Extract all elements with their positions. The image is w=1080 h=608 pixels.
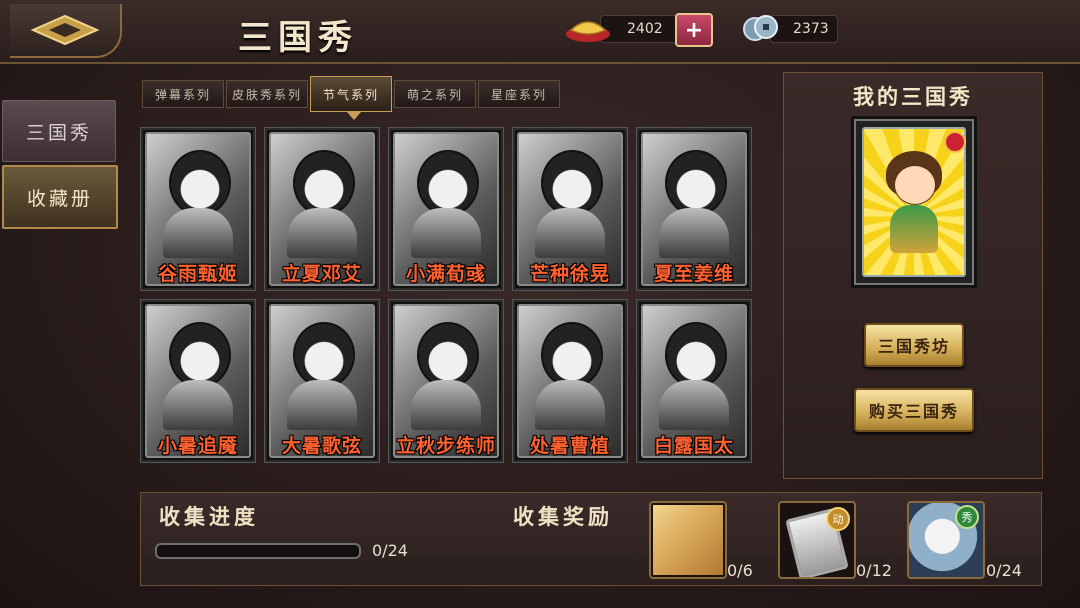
gold-counter: 2402 + xyxy=(566,13,713,47)
my-panel-title: 我的三国秀 xyxy=(853,84,973,109)
character-body xyxy=(163,380,233,430)
character-body xyxy=(659,208,729,258)
progress-text: 0/24 xyxy=(372,541,408,560)
card-name: 小满荀彧 xyxy=(405,263,486,285)
character-body xyxy=(535,380,605,430)
collection-panel: 收集进度 0/24 收集奖励 0/6 动 0/12 秀 0/24 xyxy=(140,492,1042,586)
reward-count-2: 0/12 xyxy=(856,561,892,580)
progress-label: 收集进度 xyxy=(159,504,259,529)
card-grid: 谷雨甄姬 立夏邓艾 小满荀彧 芒种徐晃 夏至姜维 小暑追魇 大暑歌弦 立秋步练师… xyxy=(140,127,754,479)
top-bar: 三国秀 2402 + 2373 xyxy=(0,0,1080,64)
add-gold-button[interactable]: + xyxy=(675,13,713,47)
character-portrait xyxy=(169,150,231,216)
back-button[interactable] xyxy=(10,4,122,58)
card-bailu-guotai[interactable]: 白露国太 xyxy=(636,299,752,463)
coins-icon xyxy=(743,15,778,41)
reward-count-1: 0/6 xyxy=(727,561,753,580)
character-portrait xyxy=(665,150,727,216)
gold-ingot-icon xyxy=(566,21,610,42)
card-name: 处暑曹植 xyxy=(529,435,610,457)
card-lixia-dengai[interactable]: 立夏邓艾 xyxy=(264,127,380,291)
card-dashu-gexian[interactable]: 大暑歌弦 xyxy=(264,299,380,463)
character-body xyxy=(659,380,729,430)
character-portrait xyxy=(894,165,936,205)
equipped-card[interactable] xyxy=(854,119,974,285)
character-body xyxy=(287,380,357,430)
tab-skin-series[interactable]: 皮肤秀系列 xyxy=(226,80,308,108)
buy-sanguoxiu-button[interactable]: 购买三国秀 xyxy=(854,388,974,432)
character-body xyxy=(890,205,938,253)
character-body xyxy=(163,208,233,258)
gold-amount: 2402 xyxy=(627,21,663,37)
card-mangzhong-xuhuang[interactable]: 芒种徐晃 xyxy=(512,127,628,291)
character-portrait xyxy=(417,322,479,388)
show-tag-icon: 秀 xyxy=(955,505,979,529)
card-name: 白露国太 xyxy=(653,435,734,457)
reward-label: 收集奖励 xyxy=(513,504,613,529)
card-name: 立秋步练师 xyxy=(395,435,496,457)
coin-amount: 2373 xyxy=(793,21,829,37)
character-portrait xyxy=(541,322,603,388)
page-title: 三国秀 xyxy=(238,18,358,58)
reward-item-1[interactable] xyxy=(649,501,727,579)
coin-counter: 2373 xyxy=(743,15,838,43)
character-body xyxy=(411,208,481,258)
card-xiaoshu-zhuiyan[interactable]: 小暑追魇 xyxy=(140,299,256,463)
reward-item-2[interactable]: 动 xyxy=(778,501,856,579)
character-portrait xyxy=(541,150,603,216)
card-liqiu-bulianshi[interactable]: 立秋步练师 xyxy=(388,299,504,463)
card-name: 夏至姜维 xyxy=(653,263,734,285)
card-badge-icon xyxy=(944,131,966,153)
series-tab-bar: 弹幕系列 皮肤秀系列 节气系列 萌之系列 星座系列 xyxy=(142,76,560,120)
character-portrait xyxy=(417,150,479,216)
progress-bar xyxy=(155,543,361,559)
my-sanguoxiu-panel: 我的三国秀 三国秀坊 购买三国秀 xyxy=(783,72,1043,479)
character-body xyxy=(535,208,605,258)
card-name: 大暑歌弦 xyxy=(281,435,362,457)
card-name: 立夏邓艾 xyxy=(281,263,362,285)
sanguoxiu-shop-button[interactable]: 三国秀坊 xyxy=(864,323,964,367)
card-xiazhi-jiangwei[interactable]: 夏至姜维 xyxy=(636,127,752,291)
character-portrait xyxy=(293,322,355,388)
character-body xyxy=(411,380,481,430)
animated-tag-icon: 动 xyxy=(826,507,850,531)
card-chushu-caozhi[interactable]: 处暑曹植 xyxy=(512,299,628,463)
tab-cute-series[interactable]: 萌之系列 xyxy=(394,80,476,108)
sidebar-item-collection-book[interactable]: 收藏册 xyxy=(2,165,118,229)
character-portrait xyxy=(293,150,355,216)
reward-item-3[interactable]: 秀 xyxy=(907,501,985,579)
card-name: 芒种徐晃 xyxy=(529,263,610,285)
reward-count-3: 0/24 xyxy=(986,561,1022,580)
character-portrait xyxy=(169,322,231,388)
card-name: 谷雨甄姬 xyxy=(157,263,238,285)
card-xiaoman-xunyu[interactable]: 小满荀彧 xyxy=(388,127,504,291)
character-body xyxy=(287,208,357,258)
sidebar-item-sanguoxiu[interactable]: 三国秀 xyxy=(2,100,116,162)
character-portrait xyxy=(665,322,727,388)
card-name: 小暑追魇 xyxy=(157,435,238,457)
card-guyu-zhenji[interactable]: 谷雨甄姬 xyxy=(140,127,256,291)
tab-danmu-series[interactable]: 弹幕系列 xyxy=(142,80,224,108)
reward-background-image xyxy=(653,505,723,575)
tab-solar-term-series[interactable]: 节气系列 xyxy=(310,76,392,120)
tab-zodiac-series[interactable]: 星座系列 xyxy=(478,80,560,108)
back-arrow-icon xyxy=(30,14,100,46)
